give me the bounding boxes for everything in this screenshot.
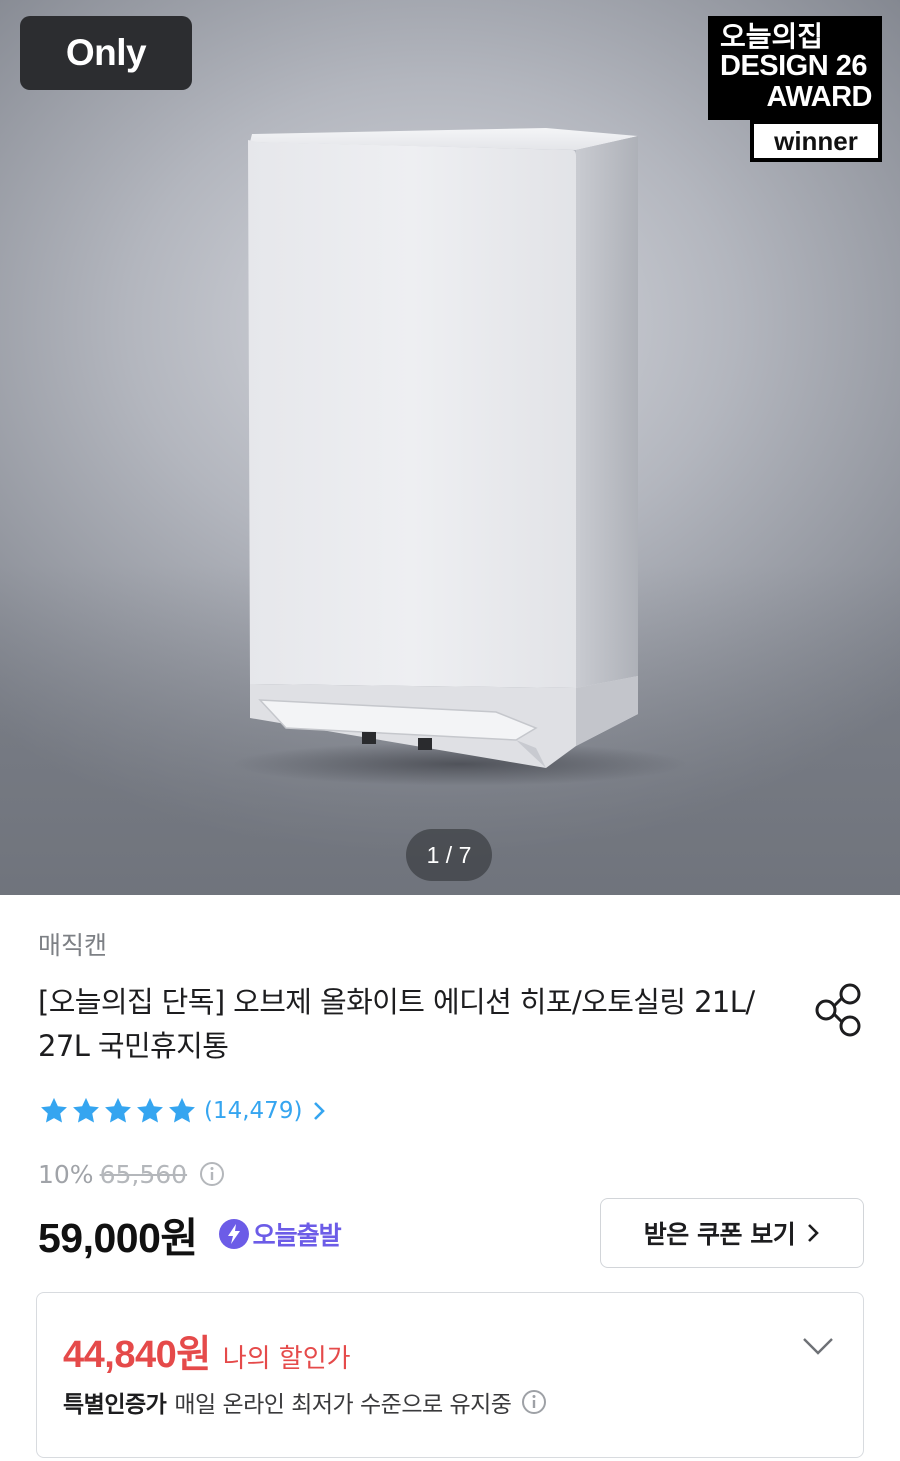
sale-price: 59,000원 [38,1215,198,1261]
product-image [248,128,638,768]
original-price: 65,560 [99,1159,188,1189]
award-subtitle: AWARD [766,80,873,113]
my-discount-price: 44,840원 [63,1334,211,1376]
chevron-right-icon[interactable] [312,1100,326,1122]
award-winner-label: winner [750,120,882,163]
only-badge: Only [20,16,192,90]
review-count[interactable]: (14,479) [204,1098,302,1124]
chevron-down-icon[interactable] [801,1335,835,1357]
info-icon[interactable] [199,1161,225,1187]
bolt-icon [218,1219,249,1249]
award-title: DESIGN 26 [720,50,868,83]
star-icon [137,1097,163,1123]
price-row: 59,000원 오늘출발 [38,1206,342,1262]
coupon-button-label: 받은 쿠폰 보기 [643,1220,796,1249]
rating-row[interactable]: (14,479) [38,1094,326,1128]
star-icon [169,1097,195,1123]
star-icon [41,1097,67,1123]
special-price-row: 특별인증가 매일 온라인 최저가 수준으로 유지중 [63,1385,547,1419]
brand-name[interactable]: 매직캔 [38,926,107,962]
star-icon [73,1097,99,1123]
chevron-right-icon [808,1224,820,1242]
product-title: [오늘의집 단독] 오브제 올화이트 에디션 히포/오토실링 21L/ 27L … [38,985,755,1063]
delivery-badge: 오늘출발 [218,1216,342,1252]
award-brand: 오늘의집 [720,21,824,52]
special-price-text: 매일 온라인 최저가 수준으로 유지중 [174,1392,512,1418]
special-price-label: 특별인증가 [63,1392,167,1418]
product-image-carousel[interactable]: Only 오늘의집 DESIGN 26 AWARD winner 1 / 7 [0,0,900,895]
original-price-row: 10% 65,560 [38,1156,225,1192]
discount-rate: 10% [38,1159,94,1189]
info-icon[interactable] [521,1389,547,1415]
design-award-badge: 오늘의집 DESIGN 26 AWARD winner [708,16,882,163]
share-icon[interactable] [812,980,864,1040]
view-coupons-button[interactable]: 받은 쿠폰 보기 [600,1198,864,1268]
my-price-row: 44,840원 나의 할인가 [63,1323,351,1378]
my-discount-label: 나의 할인가 [222,1344,351,1374]
delivery-label: 오늘출발 [252,1221,342,1250]
rating-stars [38,1095,198,1127]
my-discount-price-panel[interactable]: 44,840원 나의 할인가 특별인증가 매일 온라인 최저가 수준으로 유지중 [36,1292,864,1458]
star-icon [105,1097,131,1123]
image-page-indicator: 1 / 7 [406,829,492,881]
award-text-box: 오늘의집 DESIGN 26 AWARD [708,16,882,121]
